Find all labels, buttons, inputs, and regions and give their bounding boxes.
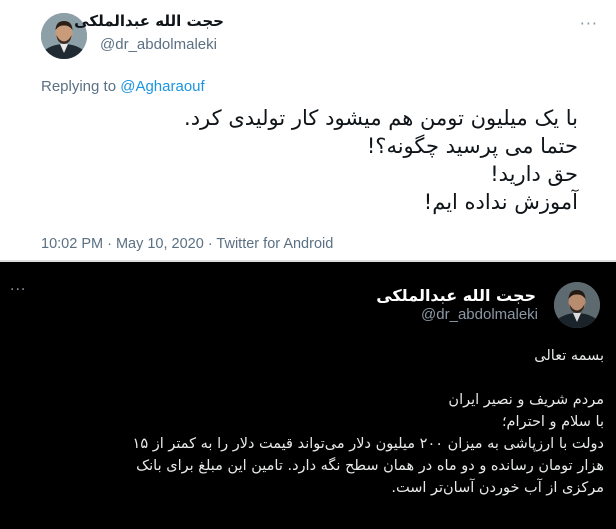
user-handle[interactable]: @dr_abdolmaleki (421, 306, 538, 323)
tweet-text: با یک میلیون تومن هم میشود کار تولیدی کر… (78, 104, 578, 216)
tweet-line: با یک میلیون تومن هم میشود کار تولیدی کر… (184, 106, 578, 130)
tweet-timestamp[interactable]: 10:02 PM · May 10, 2020 · Twitter for An… (41, 236, 333, 252)
more-horizontal-icon: ··· (579, 14, 598, 33)
tweet-line: با سلام و احترام؛ (501, 414, 604, 430)
display-name[interactable]: حجت الله عبدالملکی (376, 286, 536, 305)
tweet-line: مرکزی از آب خوردن آسان‌تر است. (391, 480, 604, 496)
tweet-line: بسمه تعالی (534, 348, 604, 364)
tweet-line: حتما می پرسید چگونه؟! (366, 134, 578, 158)
replying-to-line: Replying to @Agharaouf (41, 78, 205, 95)
user-handle[interactable]: @dr_abdolmaleki (100, 36, 217, 53)
tweet-text: بسمه تعالی مردم شریف و نصیر ایران با سلا… (14, 345, 604, 499)
tweet-line: هزار تومان رسانده و دو ماه در همان سطح ن… (136, 458, 604, 474)
tweet-line: حق دارید! (490, 162, 578, 186)
mention-link[interactable]: @Agharaouf (120, 78, 204, 95)
reply-tweet-card: حجت الله عبدالملکی @dr_abdolmaleki ··· R… (0, 0, 616, 262)
tweet-line: آموزش نداده ایم! (423, 190, 578, 214)
more-options-button[interactable]: ··· (580, 14, 598, 33)
quoted-tweet-image: ··· حجت الله عبدالملکی @dr_abdolmaleki ب… (0, 266, 616, 529)
more-horizontal-icon: ··· (10, 282, 27, 298)
tweet-line: مردم شریف و نصیر ایران (448, 392, 604, 408)
tweet-line: دولت با ارزپاشی به میزان ۲۰۰ میلیون دلار… (132, 436, 604, 452)
profile-photo-icon (554, 282, 600, 328)
replying-to-label: Replying to (41, 78, 117, 95)
more-options-button[interactable]: ··· (10, 282, 26, 298)
avatar[interactable] (554, 282, 600, 328)
display-name[interactable]: حجت الله عبدالملکی (74, 12, 224, 30)
